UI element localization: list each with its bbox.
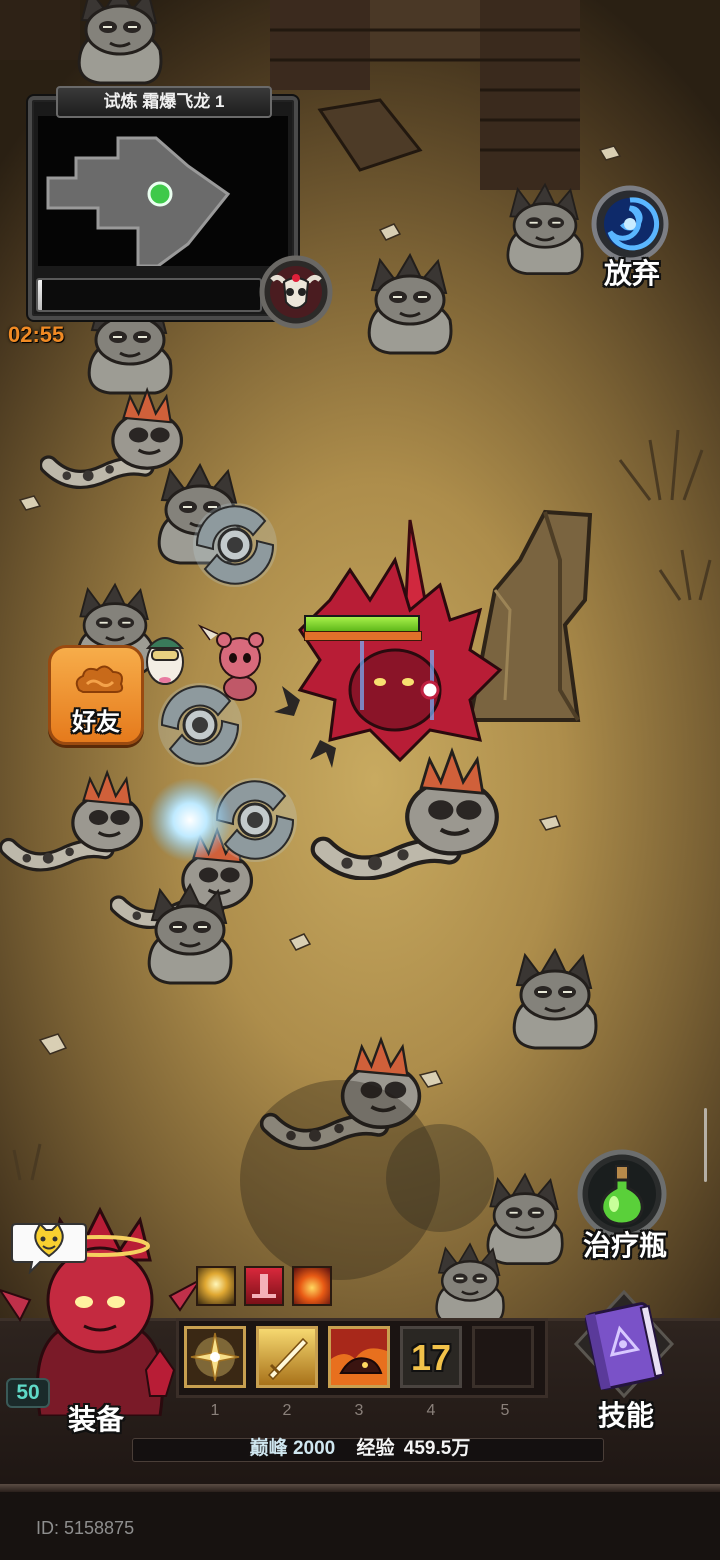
monster — [486, 1173, 564, 1266]
monster — [9, 773, 142, 864]
pet-chick — [145, 637, 185, 685]
skill-cooldown-counter: 17 — [410, 1337, 452, 1378]
boss-progress-fill — [38, 280, 43, 310]
boss-progress-bar — [36, 278, 262, 312]
skill-slot-4[interactable]: 17 — [400, 1326, 462, 1388]
skill-key-label: 5 — [500, 1402, 510, 1419]
exp-value: 459.5万 — [403, 1438, 471, 1459]
boss-frost-dragon — [274, 519, 503, 768]
skill-slot-3[interactable] — [328, 1326, 390, 1388]
skill-key-label: 3 — [354, 1402, 364, 1419]
skills-button[interactable] — [556, 1288, 692, 1400]
hero-level-badge: 50 — [6, 1378, 50, 1408]
scroll-indicator — [704, 1108, 707, 1182]
friends-button[interactable]: 好友 — [48, 645, 144, 745]
flame-buff-icon — [292, 1266, 332, 1306]
monster — [323, 751, 497, 870]
monster — [512, 948, 598, 1050]
fire-beast-icon — [331, 1329, 387, 1385]
peak-value: 2000 — [292, 1438, 336, 1459]
red-altar-buff-icon — [244, 1266, 284, 1306]
skill-slot-2[interactable] — [256, 1326, 318, 1388]
monster — [147, 883, 233, 985]
rock-pillar — [467, 509, 593, 722]
account-id: ID: 5158875 — [36, 1518, 135, 1538]
bull-skull-icon[interactable] — [258, 254, 334, 330]
minimap-terrain — [46, 136, 231, 268]
hud-divider — [0, 1484, 720, 1492]
monster — [506, 183, 584, 276]
joystick-knob[interactable] — [386, 1124, 494, 1232]
spinning-blade — [191, 501, 279, 589]
purple-spellbook-icon — [573, 1289, 675, 1399]
player-shield-bar — [304, 631, 422, 641]
monster — [77, 0, 163, 85]
monster — [367, 253, 453, 355]
golden-blade-icon — [259, 1329, 315, 1385]
cat-face-icon — [11, 1222, 87, 1276]
equipment-button[interactable]: 装备 — [58, 1398, 134, 1438]
sun-glow-buff-icon — [196, 1266, 236, 1306]
minimap-view — [38, 116, 288, 268]
heal-potion-label[interactable]: 治疗瓶 — [570, 1224, 680, 1264]
holy-sword-icon — [187, 1329, 243, 1385]
minimap-player-marker — [147, 181, 173, 207]
ice-burst — [148, 778, 232, 862]
skill-key-label: 2 — [282, 1402, 292, 1419]
abandon-label[interactable]: 放弃 — [592, 252, 672, 292]
monster — [435, 1242, 505, 1326]
cloud-icon — [75, 665, 124, 693]
monster — [49, 390, 182, 481]
player-health-fill — [306, 617, 418, 631]
peak-label: 巅峰 — [249, 1438, 288, 1459]
skill-key-label: 4 — [426, 1402, 436, 1419]
stage-title: 试炼 霜爆飞龙 1 — [56, 86, 272, 118]
skill-slot-5[interactable] — [472, 1326, 534, 1388]
game-screen: 试炼 霜爆飞龙 1 02:55 放弃 好友 治疗瓶 50 装备 17 1 2 3… — [0, 0, 720, 1560]
chat-bubble[interactable] — [10, 1220, 88, 1276]
exp-label: 经验 — [356, 1438, 395, 1459]
friends-label: 好友 — [72, 709, 120, 736]
skill-slot-1[interactable] — [184, 1326, 246, 1388]
stage-timer: 02:55 — [8, 322, 65, 347]
skill-key-label: 1 — [210, 1402, 220, 1419]
skills-label[interactable]: 技能 — [586, 1394, 666, 1434]
status-line: 巅峰 2000 经验 459.5万 — [0, 1434, 720, 1464]
